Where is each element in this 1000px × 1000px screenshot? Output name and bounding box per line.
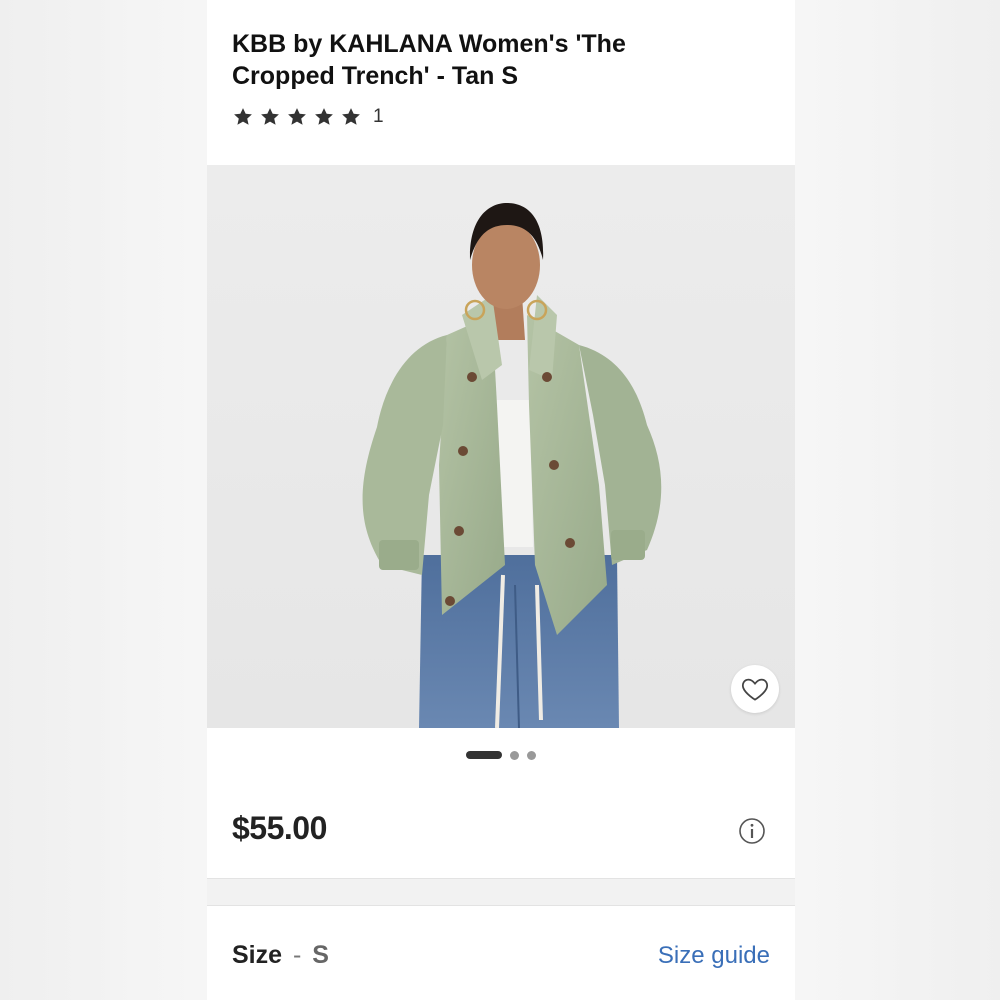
- product-image-carousel[interactable]: [207, 165, 795, 728]
- star-icon: [259, 106, 281, 128]
- size-label: Size: [232, 941, 283, 969]
- favorite-button[interactable]: [731, 665, 779, 713]
- product-card: KBB by KAHLANA Women's 'The Cropped Tren…: [207, 0, 795, 1000]
- star-icon: [340, 106, 362, 128]
- size-separator: -: [292, 941, 302, 969]
- info-circle-icon[interactable]: [738, 817, 766, 845]
- size-guide-link[interactable]: Size guide: [658, 942, 770, 970]
- carousel-dot-active[interactable]: [466, 751, 502, 759]
- star-icon: [313, 106, 335, 128]
- size-row: Size - S Size guide: [207, 905, 795, 1000]
- size-selector[interactable]: Size - S: [232, 941, 329, 970]
- size-value: S: [312, 941, 329, 969]
- heart-outline-icon: [742, 678, 768, 701]
- product-title: KBB by KAHLANA Women's 'The Cropped Tren…: [232, 30, 626, 90]
- product-photo: [362, 203, 662, 728]
- section-divider: [207, 878, 795, 906]
- carousel-dot[interactable]: [510, 750, 519, 760]
- product-price: $55.00: [232, 810, 327, 846]
- star-icon: [232, 106, 254, 128]
- price-row: $55.00: [207, 795, 795, 865]
- carousel-dot[interactable]: [527, 750, 536, 760]
- rating-count: 1: [373, 106, 384, 127]
- carousel-indicator: [207, 748, 795, 762]
- rating[interactable]: 1: [232, 104, 384, 130]
- product-header: KBB by KAHLANA Women's 'The Cropped Tren…: [207, 0, 795, 165]
- star-icon: [286, 106, 308, 128]
